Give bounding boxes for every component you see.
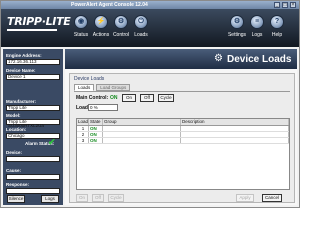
engine-address-label: Engine Address: [6, 53, 42, 58]
device-loads-panel: Device Loads Loads Load Groups Main Cont… [69, 73, 295, 203]
device-name-label: Device Name: [6, 68, 36, 73]
window-title: PowerAlert Agent Console 12.04 [71, 2, 148, 8]
model-field: Tripp Lite SU3000RTXL2Ua [6, 119, 60, 128]
device-field [6, 156, 60, 162]
main-control-label: Main Control: [76, 95, 109, 101]
response-label: Response: [6, 182, 30, 187]
app-header: TRIPP·LITE ◉ Status ⚡ Actions ⚙ Control … [1, 9, 299, 47]
load-state: ON [88, 137, 104, 144]
actions-icon: ⚡ [94, 15, 108, 29]
title-bar: PowerAlert Agent Console 12.04 _ □ × [1, 1, 299, 9]
nav-status[interactable]: ◉ Status [71, 15, 91, 43]
device-name-field[interactable]: Device 1 [6, 74, 60, 80]
main-on-button[interactable]: On [122, 94, 136, 102]
logs-icon: ≡ [250, 15, 264, 29]
tripp-lite-logo: TRIPP·LITE [7, 13, 71, 35]
status-icon: ◉ [74, 15, 88, 29]
cancel-button[interactable]: Cancel [262, 194, 282, 202]
model-label: Model: [6, 113, 21, 118]
load-number: 3 [77, 137, 89, 144]
response-field [6, 188, 60, 194]
page-title: Device Loads [227, 54, 292, 65]
main-control-state: ON [110, 95, 118, 101]
settings-icon: ⚙ [230, 15, 244, 29]
tab-load-groups[interactable]: Load Groups [96, 84, 131, 91]
main-off-button[interactable]: Off [140, 94, 154, 102]
device-label: Device: [6, 150, 23, 155]
main-nav: ◉ Status ⚡ Actions ⚙ Control ⏻ Loads [71, 15, 151, 43]
manufacturer-label: Manufacturer: [6, 99, 37, 104]
page-header: ⚙ Device Loads [65, 49, 297, 69]
nav-logs[interactable]: ≡ Logs [247, 15, 267, 43]
location-label: Location: [6, 127, 27, 132]
column-header-state[interactable]: State [88, 119, 104, 126]
alarm-ok-icon: ✔ [48, 137, 56, 147]
engine-address-field[interactable]: 172.16.36.113 [6, 59, 60, 65]
load-percent-field: 0 % [88, 104, 118, 111]
manufacturer-field: Tripp Lite [6, 105, 60, 111]
nav-control[interactable]: ⚙ Control [111, 15, 131, 43]
column-header-load[interactable]: Load [77, 119, 89, 126]
load-description [180, 137, 289, 144]
close-button[interactable]: × [290, 2, 296, 8]
cause-label: Cause: [6, 168, 22, 173]
nav-settings[interactable]: ⚙ Settings [227, 15, 247, 43]
apply-button[interactable]: Apply [236, 194, 254, 202]
device-loads-icon: ⚙ [214, 53, 223, 64]
load-on-button[interactable]: On [76, 194, 88, 202]
section-title: Device Loads [74, 76, 105, 82]
nav-actions[interactable]: ⚡ Actions [91, 15, 111, 43]
load-cycle-button[interactable]: Cycle [108, 194, 124, 202]
tab-loads[interactable]: Loads [74, 84, 95, 91]
main-cycle-button[interactable]: Cycle [158, 94, 174, 102]
loads-icon: ⏻ [134, 15, 148, 29]
main-content: ⚙ Device Loads Device Loads Loads Load G… [65, 49, 297, 205]
silence-button[interactable]: Silence [7, 195, 25, 203]
window-controls: _ □ × [274, 2, 296, 8]
nav-loads[interactable]: ⏻ Loads [131, 15, 151, 43]
load-off-button[interactable]: Off [92, 194, 104, 202]
load-group [102, 137, 182, 144]
nav-help[interactable]: ? Help [267, 15, 287, 43]
tab-bar: Loads Load Groups [74, 84, 131, 91]
logs-button[interactable]: Logs [41, 195, 59, 203]
utility-nav: ⚙ Settings ≡ Logs ? Help [227, 15, 287, 43]
cause-field [6, 174, 60, 180]
loads-table: Load State Group Description 1 ON 2 ON 3… [76, 118, 290, 190]
table-row[interactable]: 3 ON [77, 137, 289, 144]
help-icon: ? [270, 15, 284, 29]
maximize-button[interactable]: □ [282, 2, 288, 8]
minimize-button[interactable]: _ [274, 2, 280, 8]
app-window: PowerAlert Agent Console 12.04 _ □ × TRI… [0, 0, 300, 208]
control-icon: ⚙ [114, 15, 128, 29]
device-sidebar: Engine Address: 172.16.36.113 Device Nam… [3, 49, 63, 205]
